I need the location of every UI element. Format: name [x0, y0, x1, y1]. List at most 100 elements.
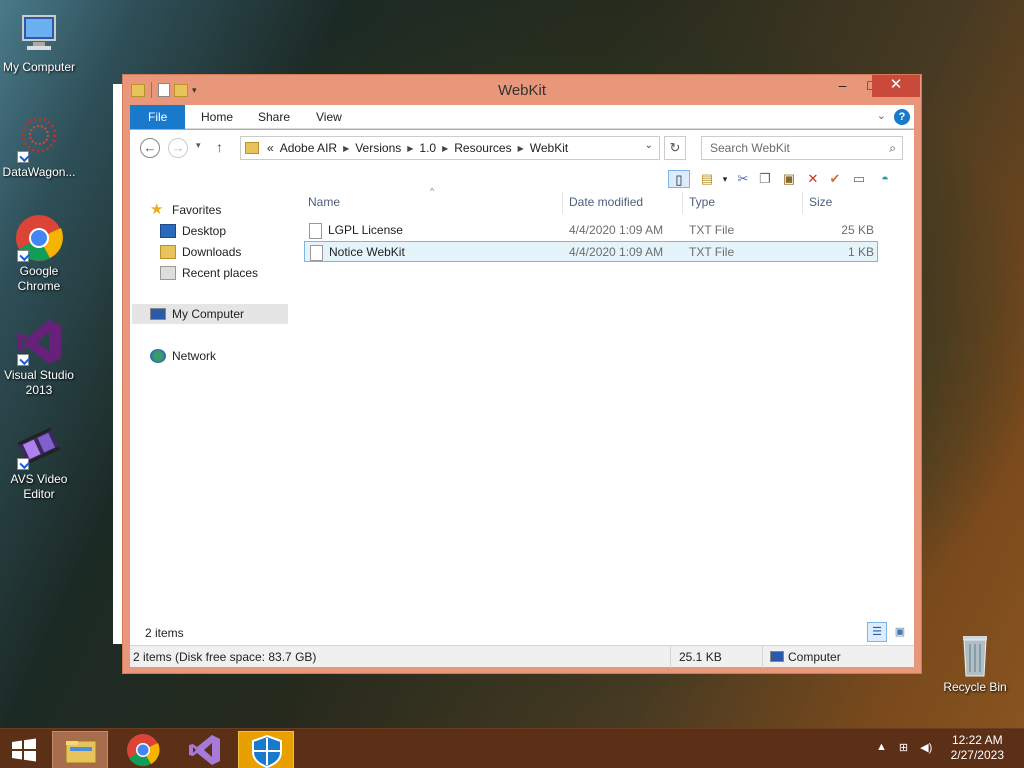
- paste-icon[interactable]: ▣: [780, 170, 798, 188]
- file-row-notice-webkit[interactable]: Notice WebKit 4/4/2020 1:09 AM TXT File …: [304, 241, 878, 262]
- desktop-icon-recycle-bin[interactable]: Recycle Bin: [936, 630, 1014, 695]
- minimize-button[interactable]: –: [828, 75, 857, 97]
- breadcrumb-overflow[interactable]: «: [267, 141, 274, 155]
- search-input[interactable]: Search WebKit ⌕: [701, 136, 903, 160]
- column-header-type[interactable]: Type: [689, 195, 715, 213]
- status-size: 25.1 KB: [679, 650, 722, 664]
- taskbar-security-app[interactable]: [238, 731, 294, 768]
- help-icon[interactable]: ?: [894, 109, 910, 125]
- clock-time: 12:22 AM: [951, 733, 1003, 747]
- shortcut-arrow-icon: [17, 250, 29, 262]
- extra-options-icon[interactable]: ◓: [876, 170, 894, 188]
- cut-icon[interactable]: ✂: [734, 170, 752, 188]
- nav-item-my-computer[interactable]: My Computer: [132, 304, 288, 324]
- tab-home[interactable]: Home: [187, 105, 247, 129]
- breadcrumb-1-0[interactable]: 1.0: [419, 141, 436, 155]
- breadcrumb-arrow-icon[interactable]: ▶: [518, 144, 524, 153]
- network-icon: [150, 349, 166, 363]
- copy-icon[interactable]: ❐: [756, 170, 774, 188]
- delete-icon[interactable]: ✕: [804, 170, 822, 188]
- start-button[interactable]: [10, 738, 38, 762]
- breadcrumb-arrow-icon[interactable]: ▶: [442, 144, 448, 153]
- details-view-icon[interactable]: ☰: [867, 622, 887, 642]
- column-divider[interactable]: [562, 192, 563, 214]
- breadcrumb-resources[interactable]: Resources: [454, 141, 511, 155]
- clock[interactable]: 12:22 AM 2/27/2023: [951, 733, 1004, 763]
- file-explorer-icon: [65, 740, 97, 764]
- status-bar: 2 items (Disk free space: 83.7 GB) 25.1 …: [130, 645, 914, 668]
- desktop-icon-visual-studio[interactable]: Visual Studio 2013: [0, 318, 78, 398]
- title-bar[interactable]: ▾ WebKit – □ ✕: [123, 75, 921, 105]
- film-icon: [15, 422, 63, 470]
- visual-studio-icon: [15, 318, 63, 366]
- text-file-icon: [310, 245, 323, 261]
- column-divider[interactable]: [682, 192, 683, 214]
- desktop-icon-avs-video-editor[interactable]: AVS Video Editor: [0, 422, 78, 502]
- show-hidden-icons-icon[interactable]: ▲: [876, 741, 887, 754]
- recycle-bin-icon: [951, 630, 999, 678]
- column-header-name[interactable]: Name: [308, 195, 340, 213]
- recent-locations-icon[interactable]: ▾: [196, 140, 201, 151]
- network-icon[interactable]: ⊞: [899, 741, 908, 754]
- tab-file[interactable]: File: [130, 105, 186, 129]
- file-date: 4/4/2020 1:09 AM: [569, 245, 664, 259]
- nav-item-desktop[interactable]: Desktop: [160, 221, 226, 241]
- organize-dropdown-icon[interactable]: ▾: [716, 170, 734, 188]
- rename-icon[interactable]: ▭: [850, 170, 868, 188]
- desktop-icon-my-computer[interactable]: My Computer: [0, 10, 78, 75]
- up-icon[interactable]: ↑: [216, 139, 223, 155]
- breadcrumb-arrow-icon[interactable]: ▶: [407, 144, 413, 153]
- ribbon-tabs: File Home Share View ⌄ ?: [130, 105, 914, 129]
- desktop-icon-google-chrome[interactable]: Google Chrome: [0, 214, 78, 294]
- tab-share[interactable]: Share: [244, 105, 304, 129]
- downloads-icon: [160, 245, 176, 259]
- address-row: ← → ▾ ↑ « Adobe AIR ▶ Versions ▶ 1.0 ▶ Reso…: [130, 130, 914, 168]
- breadcrumb-adobe-air[interactable]: Adobe AIR: [280, 141, 337, 155]
- organize-icon[interactable]: ▤: [698, 170, 716, 188]
- large-icons-view-icon[interactable]: ▣: [890, 622, 910, 642]
- file-date: 4/4/2020 1:09 AM: [569, 223, 664, 237]
- close-button[interactable]: ✕: [872, 75, 920, 97]
- file-row-lgpl-license[interactable]: LGPL License 4/4/2020 1:09 AM TXT File 2…: [304, 220, 878, 241]
- desktop-icon-label: My Computer: [2, 60, 76, 74]
- taskbar-visual-studio[interactable]: [176, 731, 232, 768]
- nav-item-downloads[interactable]: Downloads: [160, 242, 241, 262]
- address-dropdown-icon[interactable]: ⌄: [645, 140, 653, 151]
- status-location: Computer: [788, 650, 841, 664]
- forward-button[interactable]: →: [168, 138, 188, 158]
- desktop-icon-label: Visual Studio 2013: [4, 368, 74, 397]
- back-button[interactable]: ←: [140, 138, 160, 158]
- computer-icon: [15, 10, 63, 58]
- tab-view[interactable]: View: [302, 105, 356, 129]
- taskbar-file-explorer[interactable]: [52, 731, 108, 768]
- column-header-size[interactable]: Size: [809, 195, 832, 213]
- nav-item-recent-places[interactable]: Recent places: [160, 263, 258, 283]
- volume-icon[interactable]: ◀): [920, 741, 932, 754]
- nav-item-favorites[interactable]: ★ Favorites: [150, 200, 221, 220]
- search-icon[interactable]: ⌕: [889, 141, 896, 156]
- taskbar-chrome[interactable]: [115, 731, 171, 768]
- status-divider: [670, 646, 671, 668]
- breadcrumb-webkit[interactable]: WebKit: [530, 141, 568, 155]
- computer-icon: [770, 651, 784, 662]
- breadcrumb-versions[interactable]: Versions: [355, 141, 401, 155]
- column-header-date-modified[interactable]: Date modified: [569, 195, 643, 213]
- refresh-button[interactable]: ↻: [664, 136, 686, 160]
- desktop-icon-datawagon[interactable]: DataWagon...: [0, 115, 78, 180]
- properties-check-icon[interactable]: ✔: [826, 170, 844, 188]
- recent-places-icon: [160, 266, 176, 280]
- file-size: 25 KB: [841, 223, 874, 237]
- command-toolbar: ▯ ▤ ▾ ✂ ❐ ▣ ✕ ✔ ▭ ◓: [130, 168, 914, 190]
- address-bar[interactable]: « Adobe AIR ▶ Versions ▶ 1.0 ▶ Resources ▶ W…: [240, 136, 660, 160]
- column-divider[interactable]: [802, 192, 803, 214]
- expand-ribbon-icon[interactable]: ⌄: [877, 109, 886, 122]
- content-area: ★ Favorites Desktop Downloads Recent pla…: [130, 186, 914, 630]
- breadcrumb-arrow-icon[interactable]: ▶: [343, 144, 349, 153]
- nav-label: My Computer: [172, 307, 245, 321]
- windows-logo-icon: [12, 738, 36, 762]
- preview-pane-icon[interactable]: ▯: [668, 170, 690, 188]
- desktop-icon-label: AVS Video Editor: [10, 472, 68, 501]
- nav-item-network[interactable]: Network: [150, 346, 216, 366]
- shortcut-arrow-icon: [17, 151, 29, 163]
- shield-icon: [252, 734, 282, 768]
